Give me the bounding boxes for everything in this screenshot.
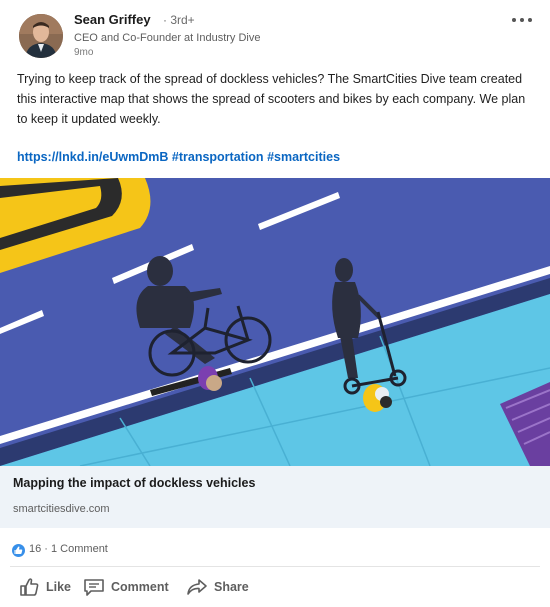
article-title[interactable]: Mapping the impact of dockless vehicles: [13, 476, 255, 490]
hashtag-transportation[interactable]: #transportation: [172, 150, 264, 164]
more-options-icon[interactable]: [508, 8, 536, 30]
post-links: https://lnkd.in/eUwmDmB #transportation …: [17, 150, 340, 164]
post-link[interactable]: https://lnkd.in/eUwmDmB: [17, 150, 168, 164]
hashtag-smartcities[interactable]: #smartcities: [267, 150, 340, 164]
like-button[interactable]: Like: [18, 570, 71, 604]
thumbs-up-icon: [20, 578, 39, 596]
post-time: 9mo: [74, 47, 94, 58]
share-icon: [187, 579, 207, 595]
post-header: Sean Griffey · 3rd+ CEO and Co-Founder a…: [0, 0, 550, 64]
action-bar: Like Comment Share: [0, 570, 550, 604]
comment-label: Comment: [111, 580, 169, 594]
share-label: Share: [214, 580, 249, 594]
post-text: Trying to keep track of the spread of do…: [17, 72, 526, 126]
comment-button[interactable]: Comment: [83, 570, 169, 604]
article-card[interactable]: Mapping the impact of dockless vehicles …: [0, 466, 550, 528]
author-name[interactable]: Sean Griffey: [74, 12, 151, 27]
article-source: smartcitiesdive.com: [13, 503, 110, 515]
like-label: Like: [46, 580, 72, 594]
avatar[interactable]: [19, 14, 63, 58]
divider: [10, 566, 540, 567]
like-reaction-icon: [12, 544, 25, 557]
author-headline: CEO and Co-Founder at Industry Dive: [74, 32, 261, 44]
reaction-comment-count[interactable]: 16 · 1 Comment: [29, 543, 108, 555]
share-button[interactable]: Share: [186, 570, 249, 604]
social-counts: 16 · 1 Comment: [0, 536, 550, 564]
comment-icon: [84, 579, 104, 596]
connection-degree: · 3rd+: [163, 13, 195, 27]
article-image[interactable]: [0, 178, 550, 466]
